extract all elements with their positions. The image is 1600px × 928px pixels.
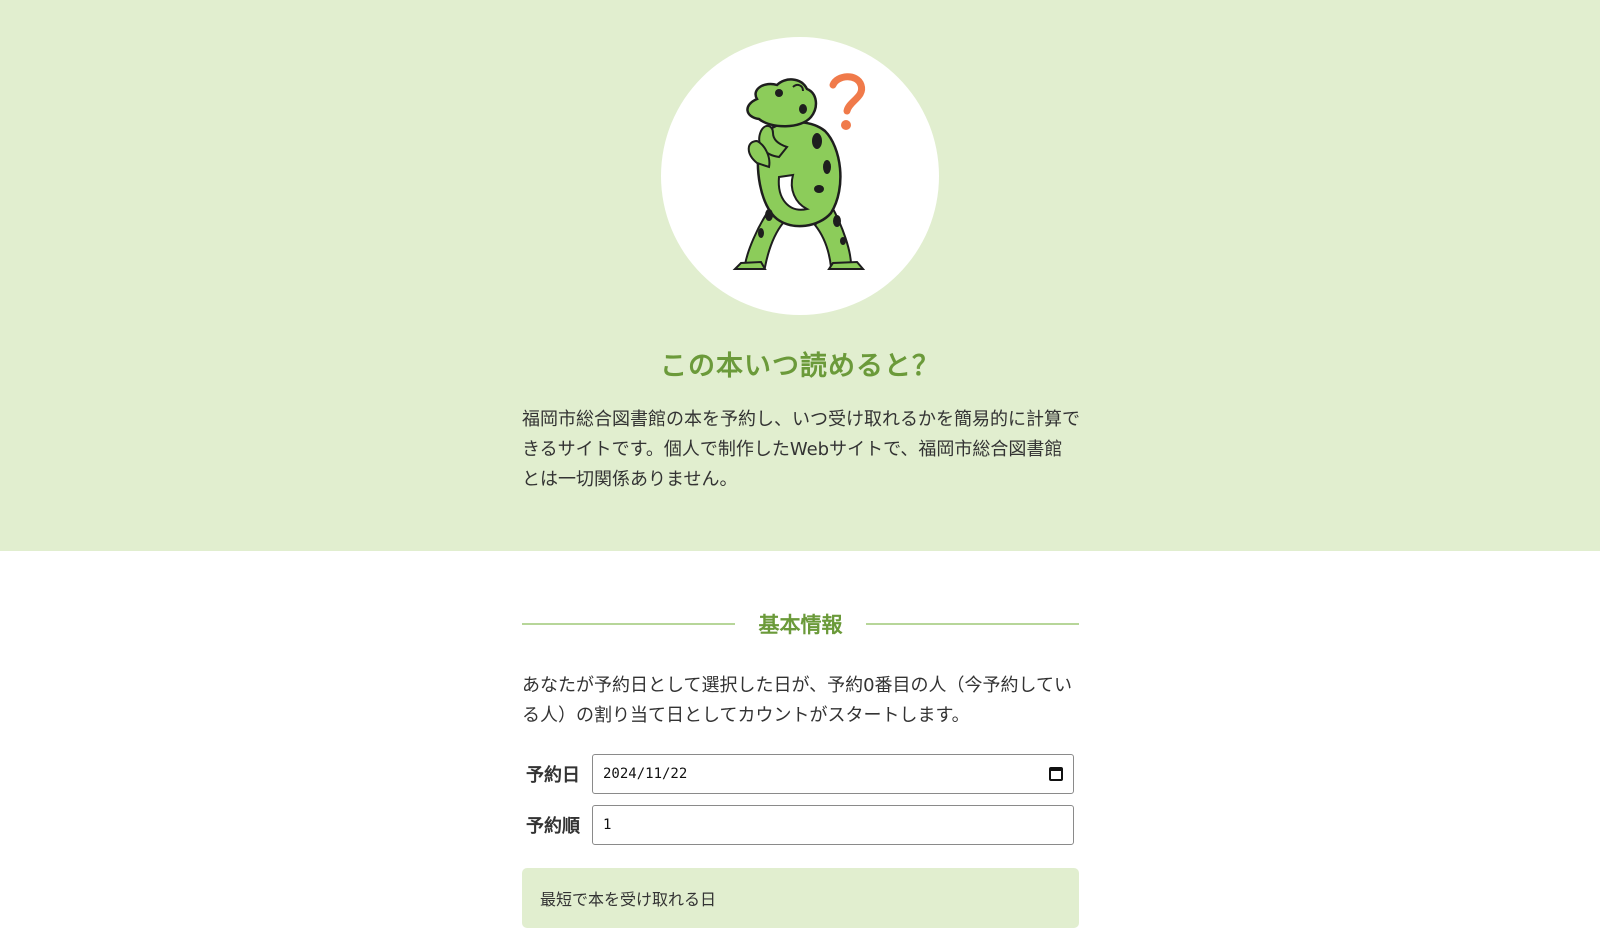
reservation-date-label: 予約日 <box>526 765 580 786</box>
reservation-order-value: 1 <box>603 817 612 833</box>
section-description: あなたが予約日として選択した日が、予約0番目の人（今予約している人）の割り当て日… <box>522 675 1073 726</box>
section-heading: 基本情報 <box>522 609 1079 639</box>
reservation-date-value: 2024/11/22 <box>603 766 688 782</box>
page-title: この本いつ読めると？ <box>660 351 940 382</box>
frog-question-icon <box>732 73 866 270</box>
frog-avatar <box>661 37 939 315</box>
result-box: 最短で本を受け取れる日 <box>522 868 1079 928</box>
calendar-icon[interactable] <box>1049 767 1063 781</box>
reservation-date-input[interactable]: 2024/11/22 <box>592 754 1074 794</box>
hero-section: この本いつ読めると？ 福岡市総合図書館の本を予約し、いつ受け取れるかを簡易的に計… <box>0 0 1600 551</box>
divider-right <box>866 623 1079 625</box>
reservation-order-row: 予約順 1 <box>522 805 1079 845</box>
main-content: 基本情報 あなたが予約日として選択した日が、予約0番目の人（今予約している人）の… <box>522 551 1079 928</box>
reservation-date-row: 予約日 2024/11/22 <box>522 754 1079 794</box>
site-description: 福岡市総合図書館の本を予約し、いつ受け取れるかを簡易的に計算できるサイトです。個… <box>522 409 1080 490</box>
reservation-order-label: 予約順 <box>526 816 580 837</box>
reservation-order-input[interactable]: 1 <box>592 805 1074 845</box>
